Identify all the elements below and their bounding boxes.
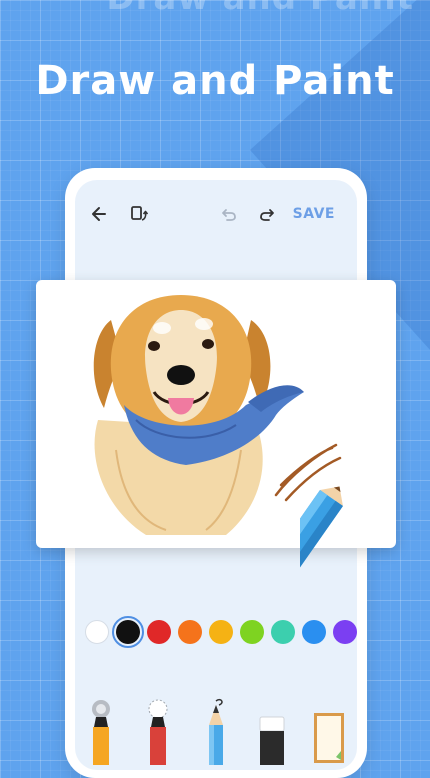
color-swatch-black[interactable] [112, 616, 144, 648]
eraser-tool[interactable] [258, 697, 286, 765]
tool-bar [0, 680, 430, 765]
pencil-icon [300, 486, 343, 620]
color-swatch-teal[interactable] [271, 620, 295, 644]
color-swatch-purple[interactable] [333, 620, 357, 644]
color-swatch-yellow[interactable] [209, 620, 233, 644]
color-palette [0, 616, 430, 650]
back-icon[interactable] [85, 200, 113, 228]
paper-tool[interactable] [312, 697, 346, 765]
toolbar: SAVE [75, 200, 357, 230]
undo-icon[interactable] [215, 200, 243, 228]
rotate-screen-icon[interactable] [125, 200, 153, 228]
pencil-tool[interactable] [203, 697, 229, 765]
crayon-tool[interactable] [145, 697, 171, 765]
color-swatch-blue[interactable] [302, 620, 326, 644]
color-swatch-white[interactable] [85, 620, 109, 644]
marker-tool[interactable] [88, 697, 114, 765]
save-button[interactable]: SAVE [293, 206, 335, 222]
background-title: Draw and Paint [0, 0, 430, 18]
color-swatch-green[interactable] [240, 620, 264, 644]
redo-icon[interactable] [253, 200, 281, 228]
color-swatch-red[interactable] [147, 620, 171, 644]
headline: Draw and Paint [35, 58, 395, 104]
color-swatch-orange[interactable] [178, 620, 202, 644]
